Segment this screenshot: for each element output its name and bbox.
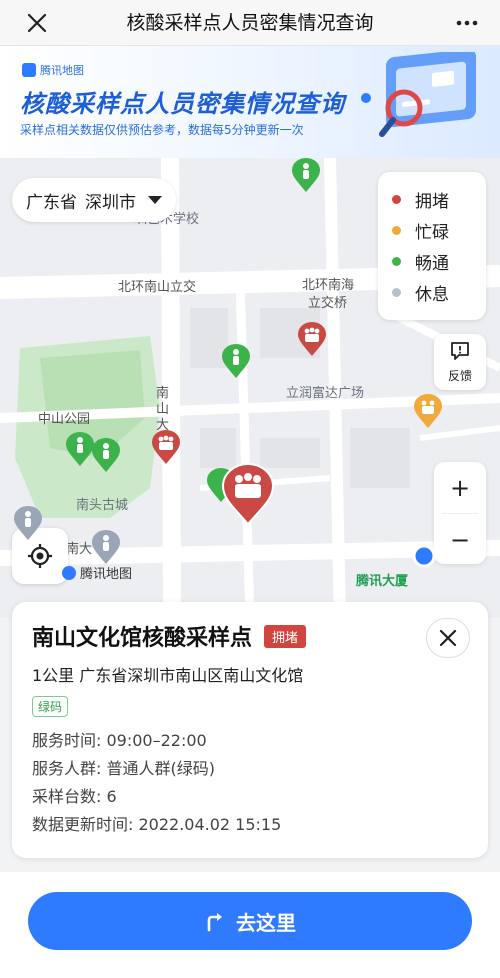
- legend-item-busy: 忙碌: [392, 215, 472, 246]
- city-label: 深圳市: [85, 192, 136, 213]
- banner-illustration-icon: [361, 52, 476, 137]
- page-title: 核酸采样点人员密集情况查询: [126, 12, 374, 34]
- legend-dot-red: [392, 195, 401, 204]
- map-label-tencent: 腾讯大厦: [356, 574, 409, 589]
- go-here-label: 去这里: [236, 910, 296, 935]
- service-time: 服务时间: 09:00–22:00: [32, 731, 207, 750]
- station-count: 采样台数: 6: [32, 787, 117, 806]
- sampling-site-pin-gray[interactable]: [90, 530, 122, 566]
- site-name-row: 南山文化馆核酸采样点 拥堵: [32, 620, 468, 652]
- bottom-bar: 去这里: [0, 872, 500, 978]
- top-nav-bar: 核酸采样点人员密集情况查询: [0, 0, 500, 46]
- site-name: 南山文化馆核酸采样点: [32, 626, 253, 651]
- legend-label: 畅通: [415, 254, 449, 274]
- zoom-in-button[interactable]: +: [434, 462, 486, 513]
- more-icon[interactable]: [452, 8, 482, 38]
- legend-label: 拥堵: [415, 192, 449, 212]
- service-people: 服务人群: 普通人群(绿码): [32, 759, 215, 778]
- map-label-road-s: 南大: [66, 542, 93, 557]
- banner-subtitle: 采样点相关数据仅供预估参考，数据每5分钟更新一次: [20, 123, 304, 137]
- turn-right-icon: [207, 913, 222, 932]
- go-here-button[interactable]: 去这里: [28, 892, 472, 950]
- site-details: 服务时间: 09:00–22:00 服务人群: 普通人群(绿码) 采样台数: 6…: [32, 727, 468, 839]
- map-label-north-ring-2a: 北环南海: [302, 278, 355, 293]
- site-address: 1公里 广东省深圳市南山区南山文化馆: [32, 666, 304, 685]
- locate-icon: [28, 544, 52, 568]
- zoom-out-button[interactable]: −: [434, 514, 486, 565]
- map-label-old-town: 南头古城: [76, 498, 129, 513]
- province-label: 广东省: [26, 192, 77, 213]
- legend-label: 休息: [415, 285, 449, 305]
- map-label-plaza: 立润富达广场: [286, 386, 365, 401]
- region-selector[interactable]: 广东省 深圳市: [12, 178, 176, 222]
- selected-site-pin-red[interactable]: [220, 462, 276, 526]
- chevron-down-icon: [148, 196, 162, 204]
- status-legend: 拥堵 忙碌 畅通 休息: [378, 172, 486, 320]
- legend-item-congested: 拥堵: [392, 184, 472, 215]
- feedback-label: 反馈: [447, 369, 472, 383]
- sampling-site-pin-green[interactable]: [220, 344, 252, 380]
- sampling-site-pin-red[interactable]: [150, 430, 182, 466]
- sampling-site-pin-red[interactable]: [296, 322, 328, 358]
- header-banner: 腾讯地图 核酸采样点人员密集情况查询 采样点相关数据仅供预估参考，数据每5分钟更…: [0, 46, 500, 158]
- close-icon: [439, 629, 457, 647]
- brand: 腾讯地图: [22, 62, 84, 78]
- legend-dot-green: [392, 257, 401, 266]
- map-label-north-ring: 北环南山立交: [118, 280, 197, 295]
- legend-dot-orange: [392, 226, 401, 235]
- legend-label: 忙碌: [415, 223, 449, 243]
- legend-item-rest: 休息: [392, 277, 472, 308]
- sampling-site-pin-orange[interactable]: [412, 394, 444, 430]
- update-time: 数据更新时间: 2022.04.02 15:15: [32, 815, 282, 834]
- tencent-map-logo-icon: [22, 63, 36, 77]
- map-view[interactable]: 圳艺术学校 北环南山立交 北环南海 立交桥 立润富达广场 中山公园 南头古城 南…: [0, 158, 500, 618]
- current-location-dot-icon: [412, 544, 436, 568]
- card-close-button[interactable]: [426, 618, 470, 658]
- map-label-road-v: 南山大: [156, 386, 170, 433]
- close-icon[interactable]: [22, 8, 52, 38]
- map-label-park: 中山公园: [38, 412, 91, 427]
- feedback-button[interactable]: 反馈: [434, 334, 486, 390]
- site-info-card: 南山文化馆核酸采样点 拥堵 1公里 广东省深圳市南山区南山文化馆 绿码 服务时间…: [12, 602, 488, 858]
- green-code-tag: 绿码: [32, 696, 69, 717]
- map-label-north-ring-2b: 立交桥: [308, 296, 348, 311]
- tencent-map-mark-icon: [62, 565, 76, 580]
- sampling-site-pin-green[interactable]: [90, 438, 122, 474]
- zoom-controls: + −: [434, 462, 486, 564]
- sampling-site-pin-gray[interactable]: [12, 506, 44, 542]
- feedback-icon: [451, 342, 469, 360]
- sampling-site-pin-green[interactable]: [290, 158, 322, 194]
- legend-dot-gray: [392, 288, 401, 297]
- banner-headline: 核酸采样点人员密集情况查询: [20, 90, 345, 118]
- brand-name: 腾讯地图: [40, 64, 84, 77]
- legend-item-smooth: 畅通: [392, 246, 472, 277]
- status-badge: 拥堵: [264, 624, 307, 648]
